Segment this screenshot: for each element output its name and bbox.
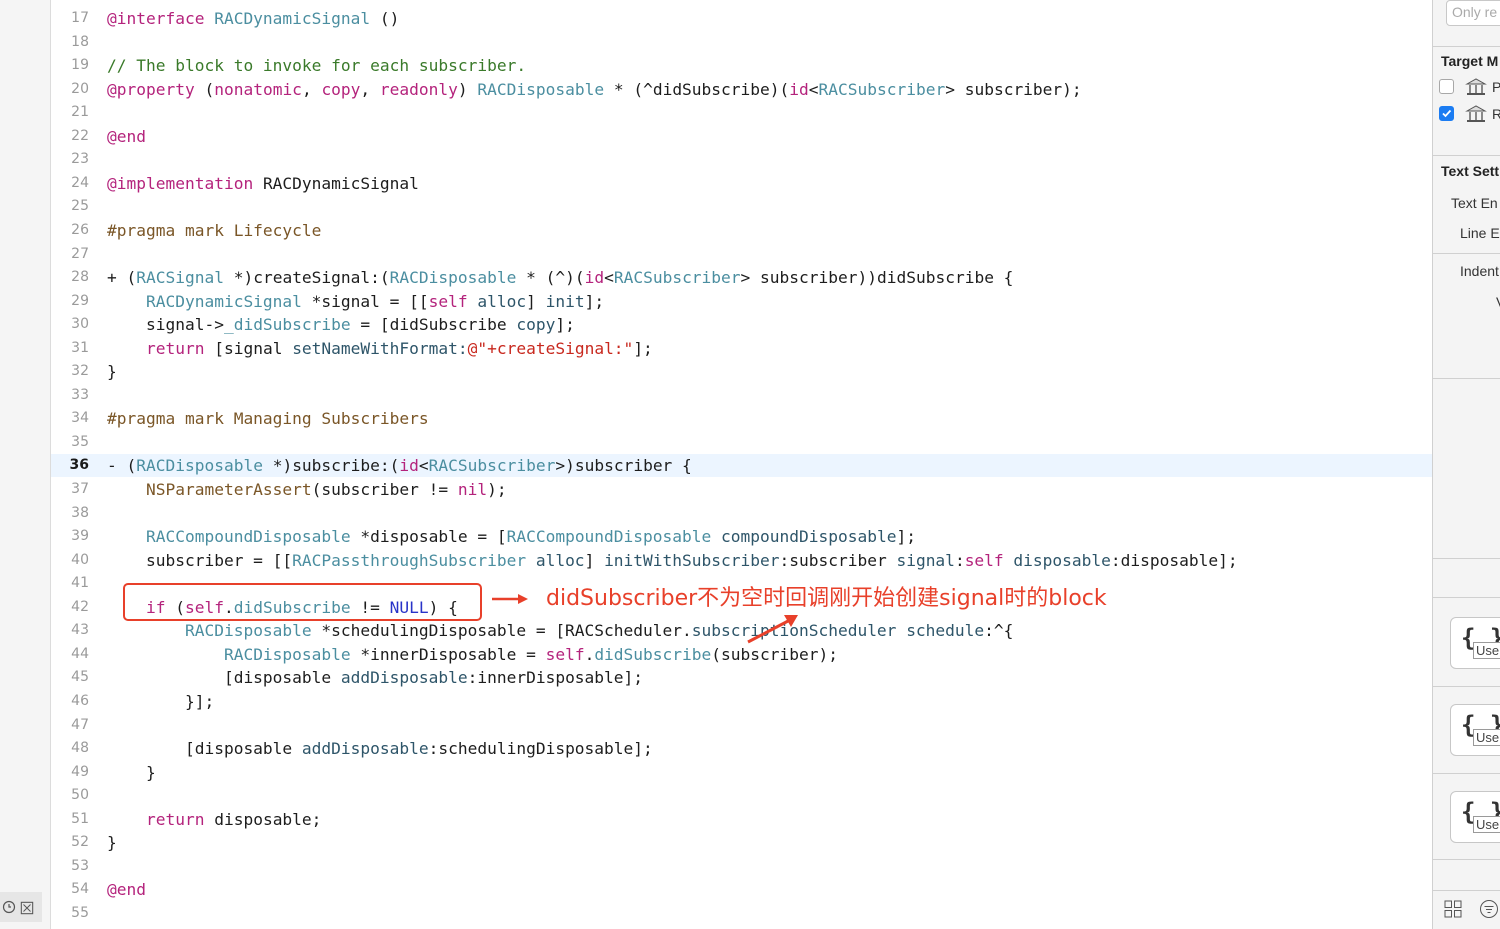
target-checkbox-1[interactable] xyxy=(1439,79,1454,94)
target-membership-header: Target M xyxy=(1441,53,1499,69)
checkmark-icon xyxy=(1442,109,1452,118)
snippet-tag: Use xyxy=(1473,642,1500,659)
target-checkbox-2[interactable] xyxy=(1439,106,1454,121)
target-label-1: P xyxy=(1492,79,1500,95)
divider xyxy=(1433,597,1500,598)
divider xyxy=(1433,46,1500,47)
target-label-2: R xyxy=(1492,106,1500,122)
divider xyxy=(1433,253,1500,254)
arrow-up-icon xyxy=(747,615,798,644)
code-snippet-2[interactable]: { } Use xyxy=(1450,704,1500,756)
indent-width-label: V xyxy=(1496,294,1500,310)
library-toolbar xyxy=(1433,890,1500,929)
divider xyxy=(1433,558,1500,559)
snippet-tag: Use xyxy=(1473,729,1500,746)
indent-label: Indent xyxy=(1460,263,1499,279)
search-field[interactable]: Only re xyxy=(1446,0,1500,26)
annotation-arrows xyxy=(492,594,798,644)
line-endings-label: Line E xyxy=(1460,225,1500,241)
library-icon xyxy=(1465,104,1487,124)
divider xyxy=(1433,686,1500,687)
code-snippet-3[interactable]: { } Use xyxy=(1450,791,1500,843)
divider xyxy=(1433,773,1500,774)
text-settings-header: Text Sett xyxy=(1441,163,1500,179)
divider xyxy=(1433,859,1500,860)
divider xyxy=(1433,378,1500,379)
grid-view-icon[interactable] xyxy=(1444,900,1462,923)
inspector-panel: Only re Target M P R Text Sett Text En L… xyxy=(1432,0,1500,929)
filter-menu-icon[interactable] xyxy=(1479,899,1499,924)
divider xyxy=(1433,155,1500,156)
library-icon xyxy=(1465,77,1487,97)
text-encoding-label: Text En xyxy=(1451,195,1498,211)
code-snippet-1[interactable]: { } Use xyxy=(1450,617,1500,669)
snippet-tag: Use xyxy=(1473,816,1500,833)
arrow-right-icon xyxy=(492,594,528,604)
